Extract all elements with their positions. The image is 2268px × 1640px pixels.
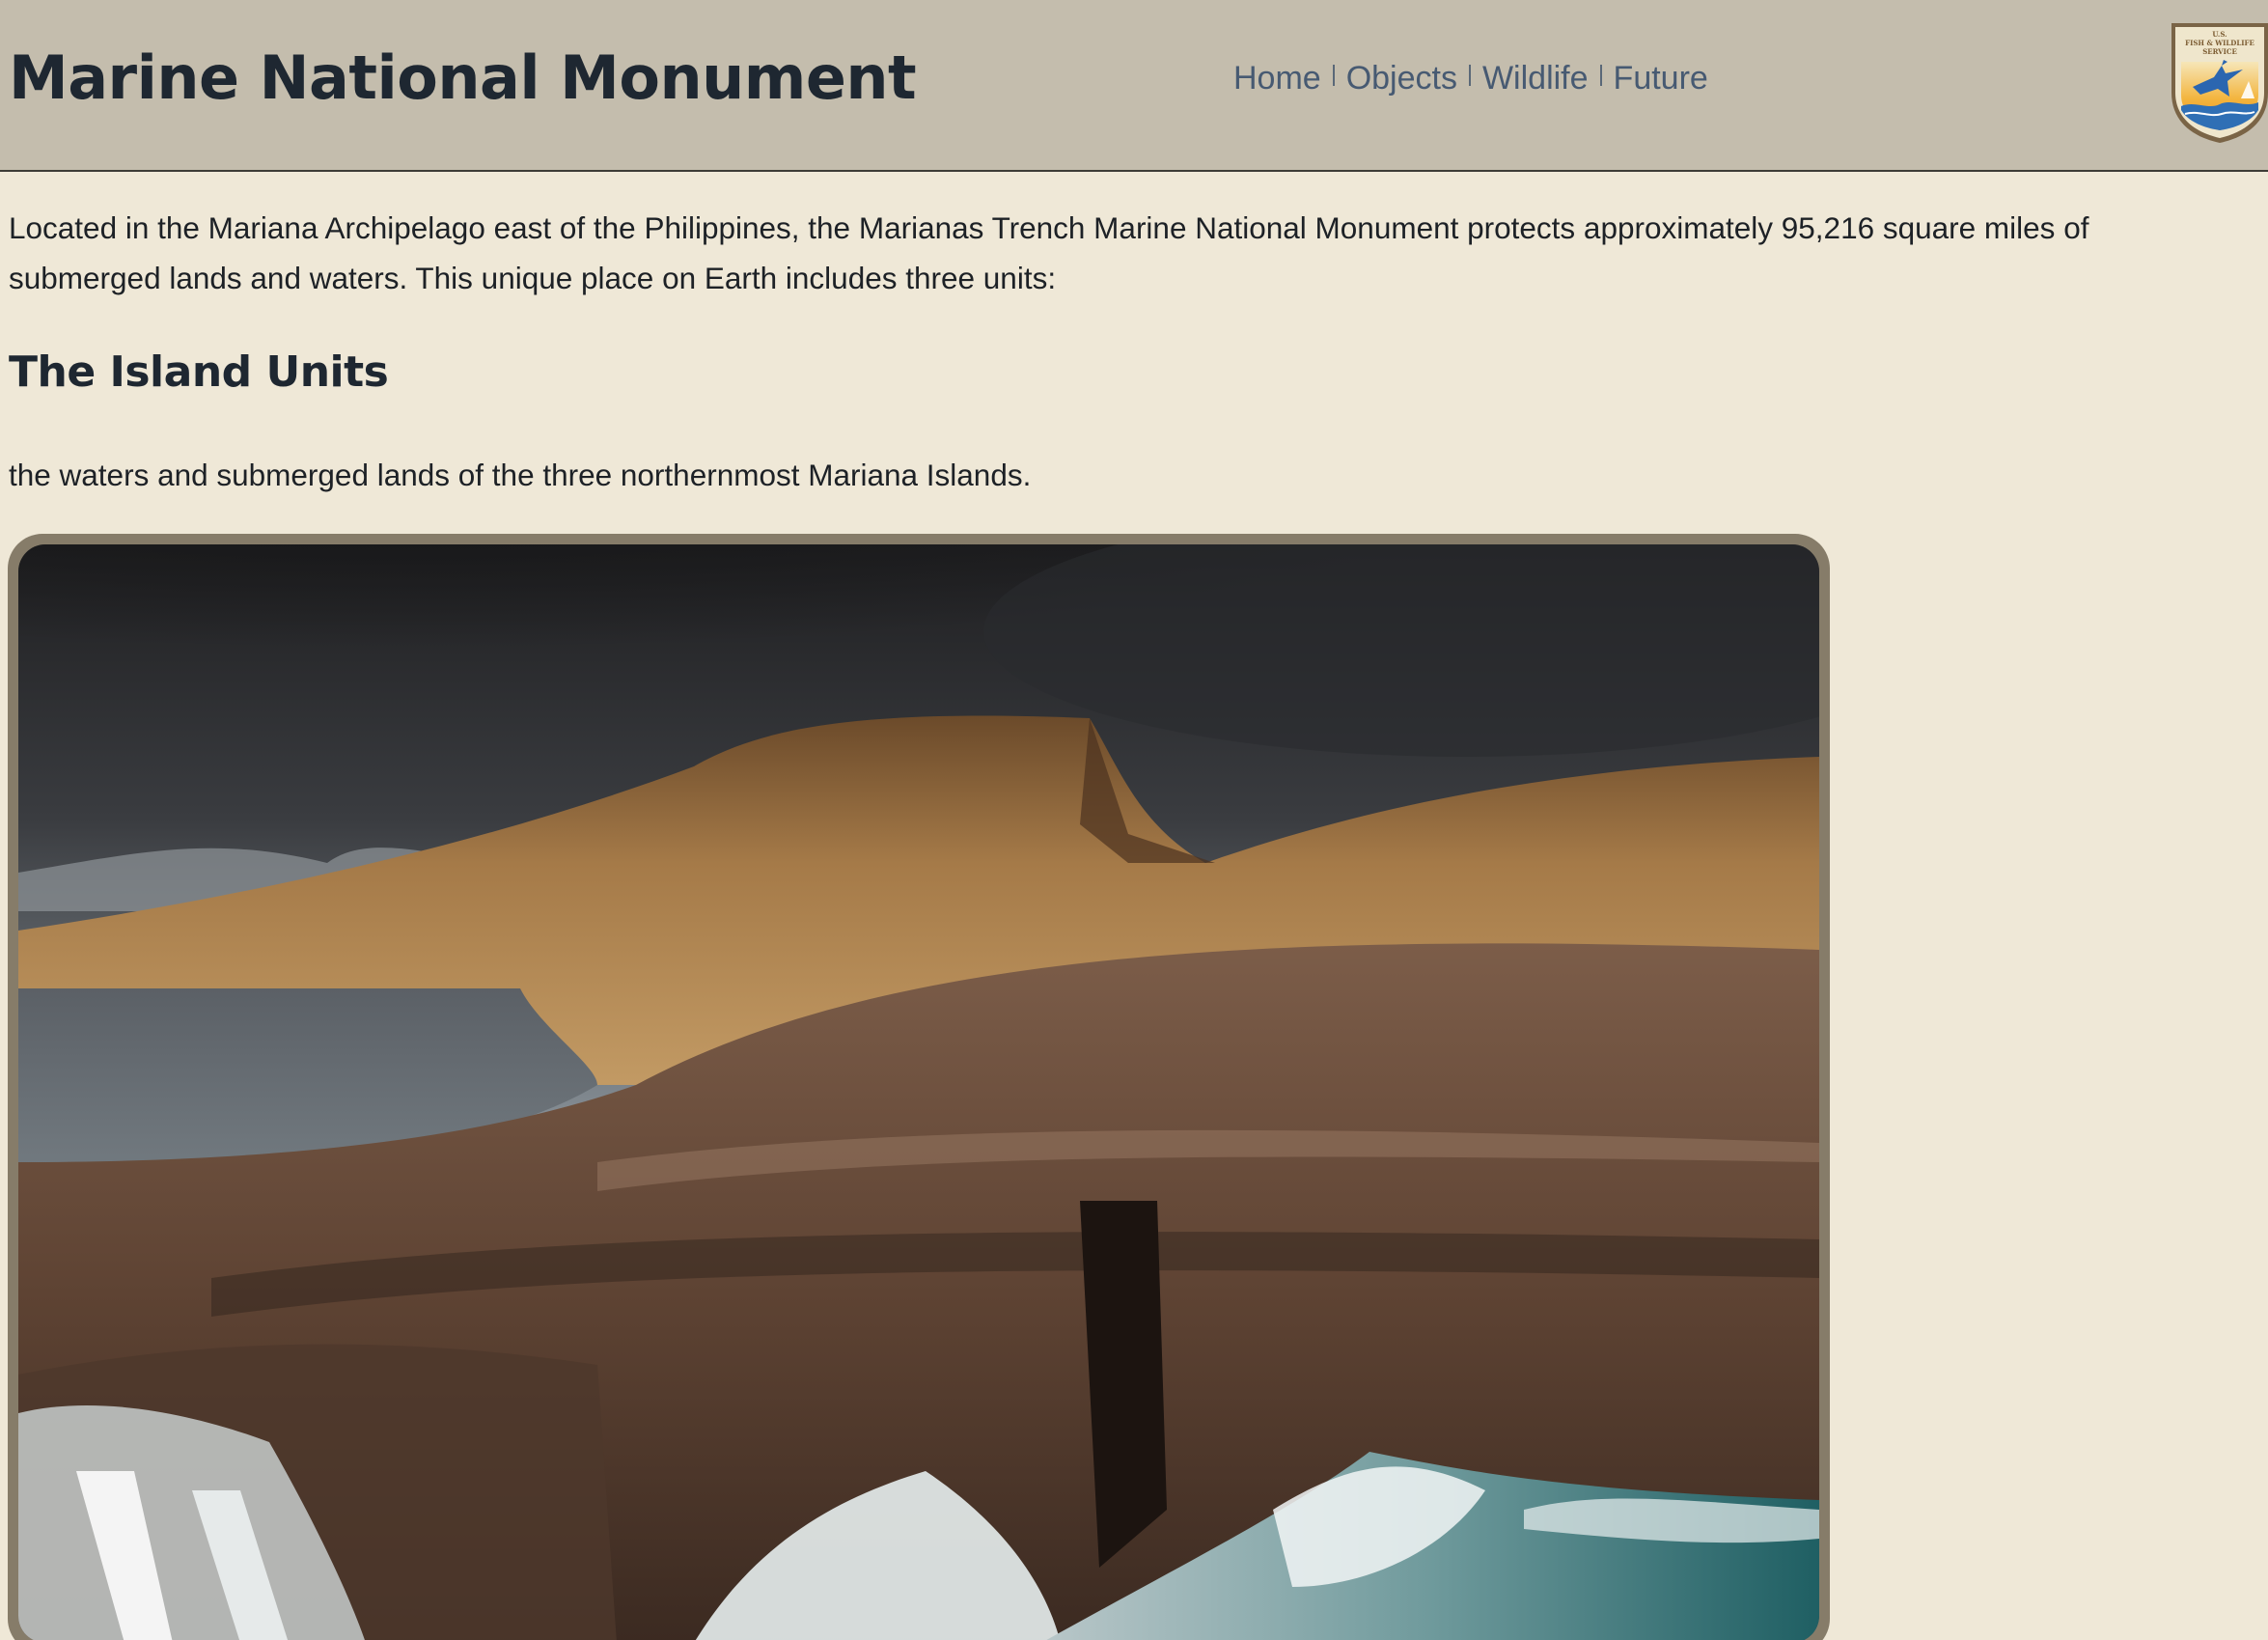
nav-separator (1599, 64, 1602, 86)
site-title: Marine National Monument (9, 42, 917, 113)
intro-paragraph: Located in the Mariana Archipelago east … (9, 210, 2089, 295)
section-description: the waters and submerged lands of the th… (9, 458, 1032, 492)
section-heading: The Island Units (9, 347, 389, 397)
logo-text: SERVICE (2202, 47, 2237, 56)
nav-link-future[interactable]: Future (1614, 60, 1708, 97)
coastal-cliff-waterfall-photo (18, 544, 1819, 1640)
nav-separator (1468, 64, 1471, 86)
main-nav: Home Objects Wildlife Future (1233, 60, 1708, 97)
nav-separator (1332, 64, 1335, 86)
nav-link-objects[interactable]: Objects (1346, 60, 1457, 97)
site-header: Marine National Monument Home Objects Wi… (0, 0, 2268, 172)
usfws-shield-icon[interactable]: U.S. FISH & WILDLIFE SERVICE (2166, 17, 2268, 145)
nav-link-wildlife[interactable]: Wildlife (1482, 60, 1589, 97)
nav-link-home[interactable]: Home (1233, 60, 1321, 97)
photo-frame (8, 534, 1830, 1640)
logo-text: U.S. (2212, 30, 2227, 39)
logo-text: FISH & WILDLIFE (2185, 39, 2254, 47)
